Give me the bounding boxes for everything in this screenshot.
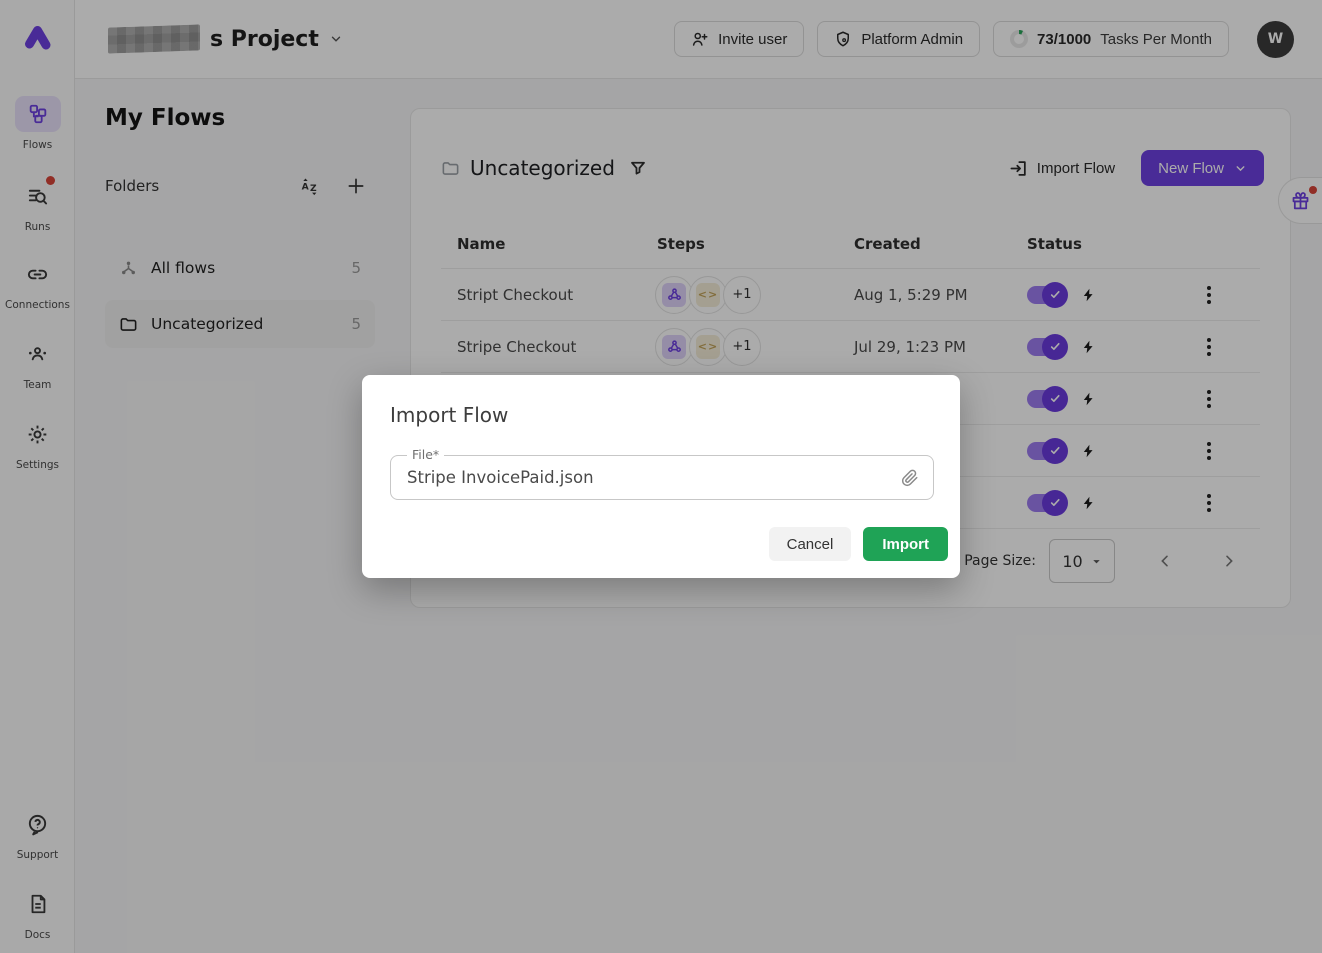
file-input[interactable] <box>391 468 887 487</box>
import-flow-dialog: Import Flow File* Cancel Import <box>362 375 960 578</box>
import-button[interactable]: Import <box>863 527 948 561</box>
cancel-button[interactable]: Cancel <box>769 527 852 561</box>
file-field-label: File* <box>407 447 444 462</box>
file-field: File* <box>390 455 934 500</box>
app-window: Flows Runs Connections Team Set <box>0 0 1322 953</box>
dialog-title: Import Flow <box>390 403 934 427</box>
paperclip-icon[interactable] <box>887 469 933 487</box>
